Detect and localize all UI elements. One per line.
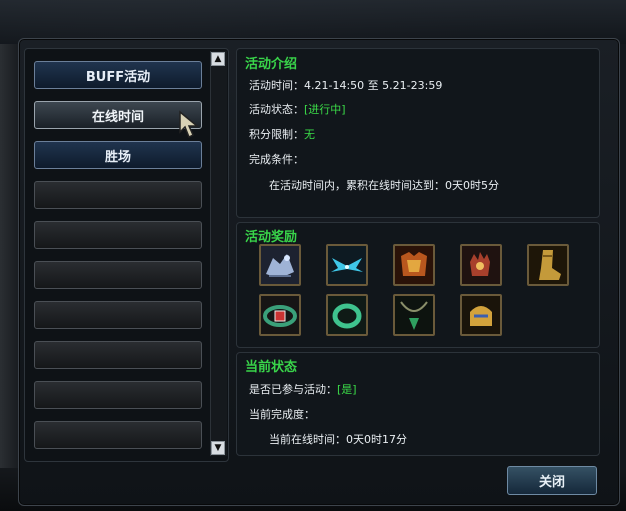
gold-boots-icon[interactable]	[527, 244, 569, 286]
scroll-down-icon[interactable]: ▼	[211, 441, 225, 455]
nav-item-empty[interactable]	[34, 181, 202, 209]
score-limit: 积分限制：无	[249, 128, 315, 141]
intro-title: 活动介绍	[245, 57, 298, 72]
joined-status: 是否已参与活动：[是]	[249, 383, 357, 396]
nav-item-empty[interactable]	[34, 261, 202, 289]
rewards-title: 活动奖励	[245, 230, 298, 245]
green-belt-icon[interactable]	[259, 294, 301, 336]
current-status-title: 当前状态	[245, 360, 298, 375]
nav-item-empty[interactable]	[34, 381, 202, 409]
nav-item-label: 在线时间	[91, 109, 144, 125]
nav-item-empty[interactable]	[34, 341, 202, 369]
green-necklace-icon[interactable]	[393, 294, 435, 336]
red-gauntlet-icon[interactable]	[460, 244, 502, 286]
scroll-up-icon[interactable]: ▲	[211, 52, 225, 66]
event-status: 活动状态：[进行中]	[249, 103, 346, 116]
jade-ring-icon[interactable]	[326, 294, 368, 336]
progress-label: 当前完成度：	[249, 408, 315, 421]
event-time: 活动时间：4.21-14:50 至 5.21-23:59	[249, 79, 443, 92]
nav-item-wins[interactable]: 胜场	[34, 141, 202, 169]
nav-item-label: 胜场	[104, 149, 131, 165]
gold-helmet-icon[interactable]	[460, 294, 502, 336]
nav-item-label: BUFF活动	[85, 69, 151, 85]
close-label: 关闭	[538, 475, 565, 490]
online-time: 当前在线时间：0天0时17分	[269, 433, 407, 446]
nav-item-buff[interactable]: BUFF活动	[34, 61, 202, 89]
mouse-cursor-icon	[179, 110, 200, 139]
nav-item-empty[interactable]	[34, 301, 202, 329]
gold-armor-icon[interactable]	[393, 244, 435, 286]
nav-item-empty[interactable]	[34, 421, 202, 449]
nav-item-online-time[interactable]: 在线时间	[34, 101, 202, 129]
beast-mount-icon[interactable]	[259, 244, 301, 286]
close-button[interactable]: 关闭	[507, 466, 597, 495]
blue-wings-icon[interactable]	[326, 244, 368, 286]
list-scrollbar[interactable]	[210, 51, 227, 456]
condition-value: 在活动时间内，累积在线时间达到：0天0时5分	[269, 179, 499, 192]
nav-item-empty[interactable]	[34, 221, 202, 249]
condition-label: 完成条件：	[249, 153, 304, 166]
